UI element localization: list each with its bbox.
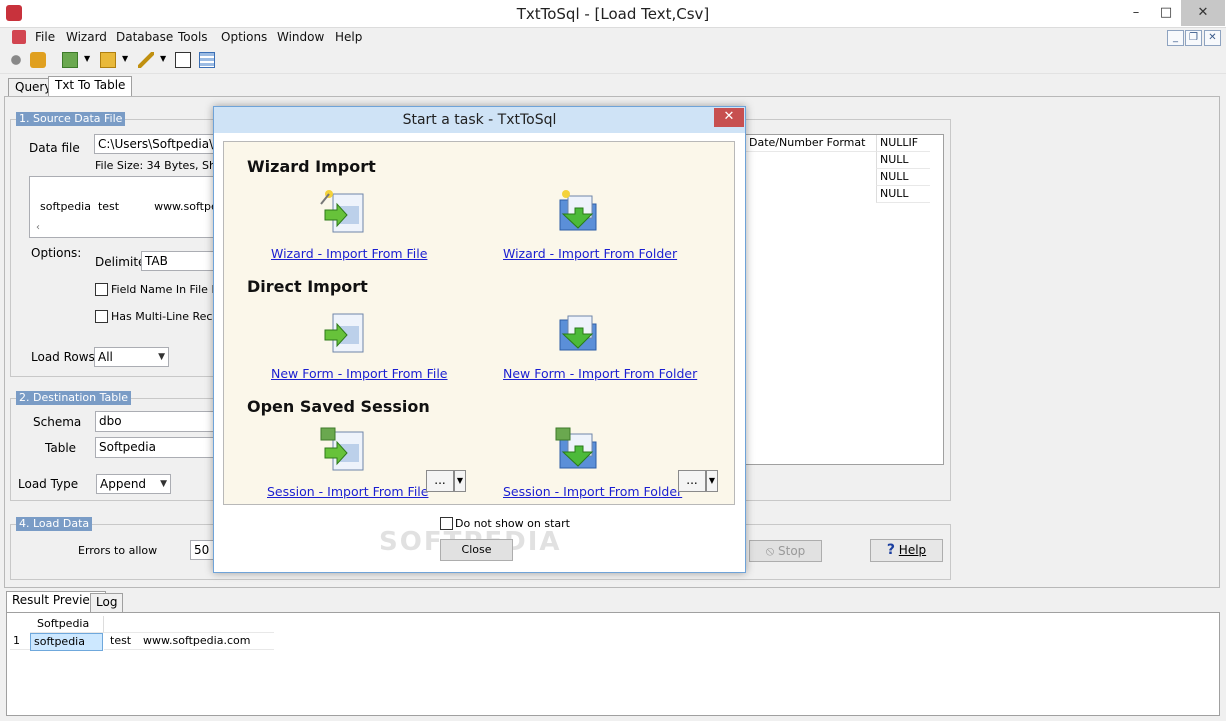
mdi-close-button[interactable]: ✕ xyxy=(1204,30,1221,46)
wizard-dropdown-icon[interactable]: ▼ xyxy=(160,54,166,63)
mdi-restore-button[interactable]: ❐ xyxy=(1185,30,1202,46)
direct-import-heading: Direct Import xyxy=(247,277,368,296)
report-icon[interactable] xyxy=(175,52,191,68)
new-form-import-file-link[interactable]: New Form - Import From File xyxy=(271,366,448,381)
destination-legend: 2. Destination Table xyxy=(16,391,132,405)
session-folder-icon[interactable] xyxy=(554,426,602,472)
menu-wizard[interactable]: Wizard xyxy=(66,29,107,45)
field-name-checkbox[interactable] xyxy=(95,283,108,296)
session-file-dropdown-button[interactable]: ▼ xyxy=(454,470,466,492)
session-folder-browse-button[interactable]: ... xyxy=(678,470,706,492)
scroll-left-icon[interactable]: ‹ xyxy=(36,222,40,233)
stop-icon: ⦸ xyxy=(765,544,775,559)
task-panel: Wizard Import Wizard - Import From File … xyxy=(223,141,735,505)
dialog-close-btn[interactable]: Close xyxy=(440,539,513,561)
load-icon[interactable] xyxy=(100,52,116,68)
file-preview-text: softpedia test www.softpedia.co xyxy=(40,200,215,213)
result-cell[interactable]: www.softpedia.com xyxy=(138,633,274,650)
nullif-cell[interactable]: NULL xyxy=(876,152,930,169)
disconnect-icon[interactable] xyxy=(30,52,46,68)
menu-tools[interactable]: Tools xyxy=(178,29,208,45)
mdi-minimize-button[interactable]: _ xyxy=(1167,30,1184,46)
dialog-title: Start a task - TxtToSql xyxy=(214,107,745,133)
minimize-button[interactable]: – xyxy=(1121,0,1151,26)
connect-icon[interactable] xyxy=(8,52,24,68)
load-rows-value: All xyxy=(98,350,113,364)
menu-help[interactable]: Help xyxy=(335,29,362,45)
menu-options[interactable]: Options xyxy=(221,29,267,45)
window-title: TxtToSql - [Load Text,Csv] xyxy=(516,5,710,23)
file-size-text: File Size: 34 Bytes, Show xyxy=(95,159,232,172)
start-task-dialog: Start a task - TxtToSql ✕ Wizard Import … xyxy=(213,106,746,573)
result-header-blank xyxy=(104,616,274,633)
result-column-header: Softpedia xyxy=(30,616,104,633)
field-name-label: Field Name In File He xyxy=(111,283,227,296)
schema-label: Schema xyxy=(33,415,82,429)
menu-window[interactable]: Window xyxy=(277,29,324,45)
new-form-folder-icon[interactable] xyxy=(554,308,602,354)
data-file-label: Data file xyxy=(29,141,80,155)
session-folder-dropdown-button[interactable]: ▼ xyxy=(706,470,718,492)
load-rows-label: Load Rows xyxy=(31,350,95,364)
help-icon: ? xyxy=(886,542,895,558)
errors-label: Errors to allow xyxy=(78,544,158,557)
load-data-legend: 4. Load Data xyxy=(16,517,93,531)
source-data-legend: 1. Source Data File xyxy=(16,112,126,126)
options-label: Options: xyxy=(31,246,82,260)
menu-database[interactable]: Database xyxy=(116,29,173,45)
row-number: 1 xyxy=(10,633,30,650)
wizard-import-folder-link[interactable]: Wizard - Import From Folder xyxy=(503,246,677,261)
doc-icon[interactable] xyxy=(12,30,26,44)
wizard-import-file-link[interactable]: Wizard - Import From File xyxy=(271,246,427,261)
stop-label: Stop xyxy=(778,544,806,558)
data-file-input[interactable]: C:\Users\Softpedia\Des xyxy=(94,134,216,154)
nullif-cell[interactable]: NULL xyxy=(876,169,930,186)
load-type-value: Append xyxy=(100,477,147,491)
session-import-folder-link[interactable]: Session - Import From Folder xyxy=(503,484,682,499)
help-button[interactable]: ? Help xyxy=(870,539,943,562)
open-saved-session-heading: Open Saved Session xyxy=(247,397,430,416)
result-cell-selected[interactable]: softpedia xyxy=(30,633,103,651)
wizard-folder-icon[interactable] xyxy=(554,188,602,234)
load-dropdown-icon[interactable]: ▼ xyxy=(122,54,128,63)
close-button[interactable]: ✕ xyxy=(1181,0,1225,26)
multiline-label: Has Multi-Line Recor xyxy=(111,310,224,323)
wizard-import-heading: Wizard Import xyxy=(247,157,376,176)
maximize-button[interactable]: □ xyxy=(1151,0,1181,26)
session-file-icon[interactable] xyxy=(319,426,367,472)
delimiter-input[interactable]: TAB xyxy=(141,251,216,271)
new-table-icon[interactable] xyxy=(62,52,78,68)
nullif-cell[interactable]: NULL xyxy=(876,186,930,203)
wizard-file-icon[interactable] xyxy=(319,188,367,234)
help-label: Help xyxy=(898,543,927,557)
stop-button[interactable]: ⦸ Stop xyxy=(749,540,822,562)
tab-log[interactable]: Log xyxy=(90,593,124,612)
new-form-file-icon[interactable] xyxy=(319,308,367,354)
schema-input[interactable]: dbo xyxy=(95,411,216,432)
table-label: Table xyxy=(45,441,77,455)
title-bar: TxtToSql - [Load Text,Csv] – □ ✕ xyxy=(0,0,1226,28)
new-table-dropdown-icon[interactable]: ▼ xyxy=(84,54,90,63)
session-import-file-link[interactable]: Session - Import From File xyxy=(267,484,428,499)
grid-icon[interactable] xyxy=(199,52,215,68)
column-header-format: Date/Number Format xyxy=(746,135,876,152)
column-header-nullif: NULLIF xyxy=(876,135,930,152)
chevron-down-icon: ▼ xyxy=(158,352,165,362)
new-form-import-folder-link[interactable]: New Form - Import From Folder xyxy=(503,366,697,381)
wizard-icon[interactable] xyxy=(138,52,154,68)
chevron-down-icon: ▼ xyxy=(160,479,167,489)
session-file-browse-button[interactable]: ... xyxy=(426,470,454,492)
menu-file[interactable]: File xyxy=(35,29,55,45)
load-type-label: Load Type xyxy=(18,477,79,491)
dialog-close-button[interactable]: ✕ xyxy=(714,108,744,127)
multiline-checkbox[interactable] xyxy=(95,310,108,323)
result-cell[interactable]: test xyxy=(104,633,138,650)
tab-txt-to-table[interactable]: Txt To Table xyxy=(48,76,133,97)
file-preview-box[interactable]: softpedia test www.softpedia.co xyxy=(29,176,216,238)
load-rows-select[interactable]: All ▼ xyxy=(94,347,169,367)
table-input[interactable]: Softpedia xyxy=(95,437,216,458)
load-type-select[interactable]: Append ▼ xyxy=(96,474,171,494)
